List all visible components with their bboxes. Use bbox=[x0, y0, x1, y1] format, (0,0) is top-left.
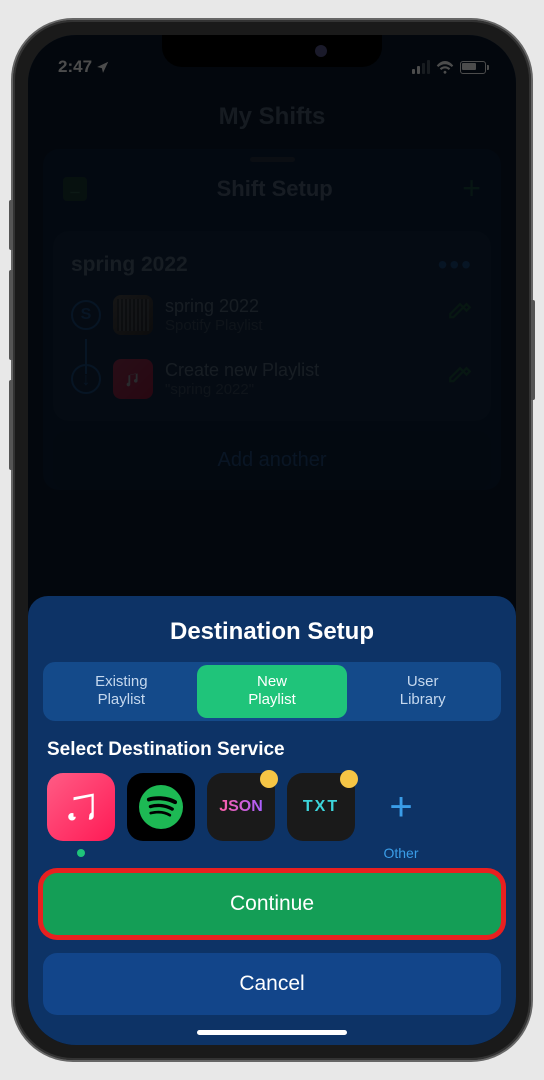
json-icon: JSON bbox=[207, 773, 275, 841]
tab-existing-playlist[interactable]: Existing Playlist bbox=[46, 665, 197, 719]
apple-music-icon bbox=[47, 773, 115, 841]
other-label: Other bbox=[383, 845, 418, 861]
service-txt[interactable]: TXT bbox=[287, 773, 355, 841]
premium-badge-icon bbox=[260, 770, 278, 788]
notch bbox=[162, 35, 382, 67]
service-other[interactable]: + Other bbox=[367, 773, 435, 861]
screen: 2:47 My Shifts Shift Setup + bbox=[28, 35, 516, 1045]
home-indicator[interactable] bbox=[197, 1030, 347, 1035]
playlist-type-segment: Existing Playlist New Playlist User Libr… bbox=[43, 662, 501, 722]
service-spotify[interactable] bbox=[127, 773, 195, 841]
sheet-title: Destination Setup bbox=[43, 618, 501, 646]
selected-indicator bbox=[77, 849, 85, 857]
plus-icon: + bbox=[367, 773, 435, 841]
premium-badge-icon bbox=[340, 770, 358, 788]
tab-user-library[interactable]: User Library bbox=[347, 665, 498, 719]
cancel-button[interactable]: Cancel bbox=[43, 953, 501, 1015]
txt-icon: TXT bbox=[287, 773, 355, 841]
select-service-label: Select Destination Service bbox=[43, 739, 501, 761]
service-apple-music[interactable] bbox=[47, 773, 115, 857]
phone-frame: 2:47 My Shifts Shift Setup + bbox=[13, 20, 531, 1060]
continue-button[interactable]: Continue bbox=[43, 873, 501, 935]
spotify-icon bbox=[127, 773, 195, 841]
service-json[interactable]: JSON bbox=[207, 773, 275, 841]
service-row: JSON TXT + Other bbox=[43, 773, 501, 861]
destination-setup-sheet: Destination Setup Existing Playlist New … bbox=[28, 596, 516, 1046]
tab-new-playlist[interactable]: New Playlist bbox=[197, 665, 348, 719]
